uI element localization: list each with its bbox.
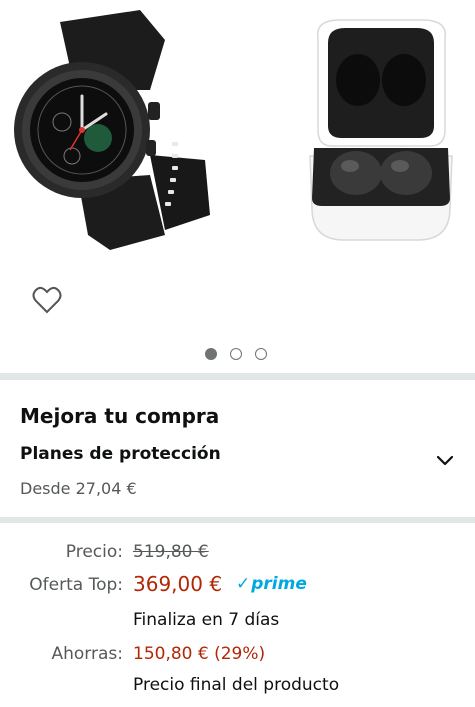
- savings-value: 150,80 € (29%): [133, 644, 266, 664]
- list-price-row: Precio: 519,80 €: [0, 542, 475, 572]
- smartwatch-image[interactable]: [0, 10, 225, 250]
- list-price-label: Precio:: [65, 542, 123, 562]
- carousel-dots: [205, 348, 267, 360]
- prime-badge[interactable]: ✓ prime: [236, 574, 307, 594]
- deal-price-label: Oferta Top:: [29, 575, 123, 595]
- savings-row: Ahorras: 150,80 € (29%): [0, 644, 475, 674]
- deal-price-value: 369,00 €: [133, 572, 223, 596]
- section-divider: [0, 373, 475, 380]
- carousel-dot-2[interactable]: [230, 348, 242, 360]
- deal-ends-row: Finaliza en 7 días: [0, 610, 475, 640]
- carousel-dot-3[interactable]: [255, 348, 267, 360]
- deal-price-row: Oferta Top: 369,00 € ✓ prime: [0, 572, 475, 605]
- earbuds-case-image[interactable]: [300, 8, 462, 248]
- carousel-dot-1[interactable]: [205, 348, 217, 360]
- protection-plans-row[interactable]: Planes de protección Desde 27,04 €: [0, 440, 475, 512]
- deal-ends-text: Finaliza en 7 días: [133, 610, 280, 630]
- product-image-gallery[interactable]: [0, 0, 475, 376]
- section-divider: [0, 517, 475, 523]
- chevron-down-icon[interactable]: [435, 454, 455, 468]
- heart-icon[interactable]: [32, 286, 62, 314]
- list-price-value: 519,80 €: [133, 542, 209, 562]
- final-price-row: Precio final del producto: [0, 675, 475, 705]
- prime-label: prime: [251, 574, 307, 594]
- checkmark-icon: ✓: [236, 574, 251, 594]
- protection-plans-title: Planes de protección: [20, 444, 221, 464]
- final-price-note: Precio final del producto: [133, 675, 340, 695]
- protection-plans-price: Desde 27,04 €: [20, 479, 137, 498]
- upgrade-heading: Mejora tu compra: [20, 404, 220, 428]
- savings-label: Ahorras:: [51, 644, 124, 664]
